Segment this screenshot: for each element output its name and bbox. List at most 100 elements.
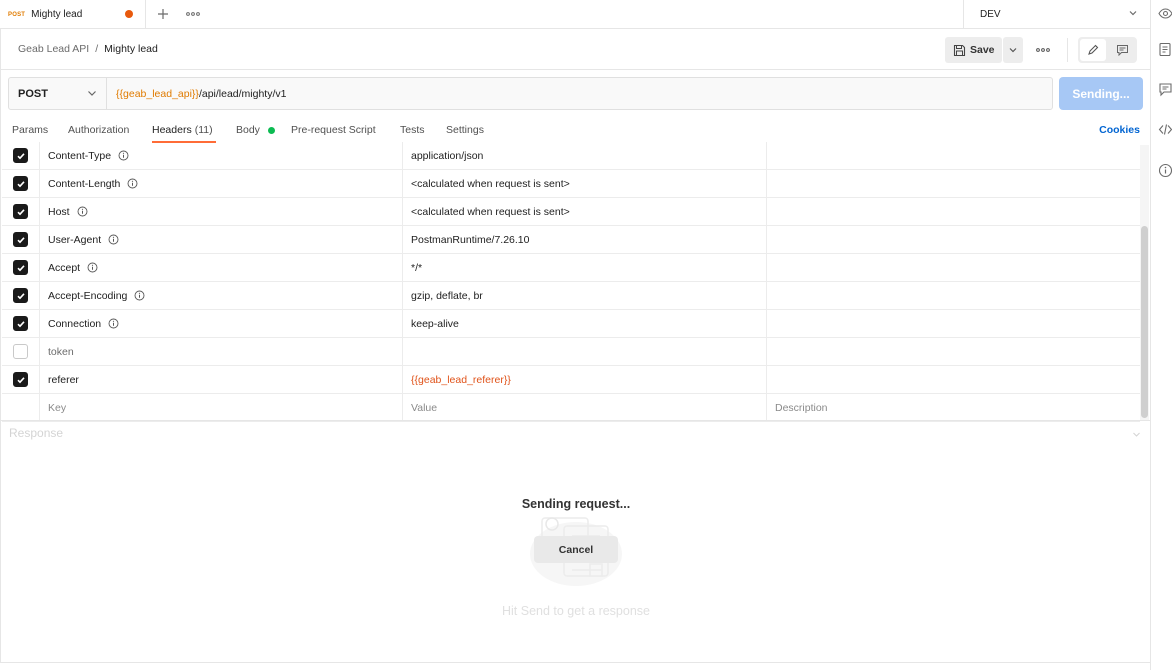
header-description[interactable] — [766, 226, 1140, 253]
new-description-input[interactable]: Description — [766, 394, 1140, 421]
documentation-mode-button[interactable] — [1109, 39, 1135, 61]
header-key[interactable]: Content-Length — [39, 170, 402, 197]
header-description[interactable] — [766, 338, 1140, 365]
header-value[interactable] — [402, 338, 766, 365]
save-icon — [953, 44, 966, 56]
checkmark-icon — [16, 152, 25, 159]
header-checkbox[interactable] — [13, 148, 28, 163]
header-value[interactable]: application/json — [402, 142, 766, 169]
header-description[interactable] — [766, 254, 1140, 281]
checkmark-icon — [16, 236, 25, 243]
header-key[interactable]: Content-Type — [39, 142, 402, 169]
response-label: Response — [9, 426, 64, 440]
header-divider — [0, 69, 1150, 70]
code-icon[interactable] — [1158, 122, 1172, 137]
checkmark-icon — [16, 264, 25, 271]
header-checkbox[interactable] — [13, 260, 28, 275]
header-key[interactable]: Host — [39, 198, 402, 225]
header-key[interactable]: token — [39, 338, 402, 365]
info-icon[interactable] — [118, 150, 129, 161]
header-description[interactable] — [766, 198, 1140, 225]
tab-body[interactable]: Body — [236, 124, 275, 136]
header-value[interactable]: */* — [402, 254, 766, 281]
method-select[interactable]: POST — [9, 78, 107, 109]
header-key[interactable]: User-Agent — [39, 226, 402, 253]
checkmark-icon — [16, 376, 25, 383]
header-description[interactable] — [766, 310, 1140, 337]
cookies-link[interactable]: Cookies — [1099, 124, 1140, 136]
header-key[interactable]: Accept-Encoding — [39, 282, 402, 309]
header-checkbox[interactable] — [13, 288, 28, 303]
toolbar-divider — [1067, 38, 1068, 62]
header-value[interactable]: gzip, deflate, br — [402, 282, 766, 309]
breadcrumb-collection[interactable]: Geab Lead API — [18, 43, 89, 55]
comment-doc-icon — [1116, 45, 1128, 56]
url-input[interactable]: {{geab_lead_api}}/api/lead/mighty/v1 — [116, 78, 287, 109]
tab-headers[interactable]: Headers (11) — [152, 124, 213, 136]
new-tab-button[interactable] — [154, 5, 172, 23]
breadcrumb: Geab Lead API / Mighty lead — [18, 43, 158, 55]
url-variable: {{geab_lead_api}} — [116, 87, 199, 100]
body-indicator-dot — [267, 126, 275, 134]
header-key[interactable]: Accept — [39, 254, 402, 281]
comments-icon[interactable] — [1158, 82, 1172, 97]
header-description[interactable] — [766, 142, 1140, 169]
info-icon[interactable] — [77, 206, 88, 217]
save-options-button[interactable] — [1003, 37, 1023, 63]
header-checkbox[interactable] — [13, 372, 28, 387]
method-label: POST — [18, 87, 48, 100]
header-checkbox[interactable] — [13, 204, 28, 219]
header-description[interactable] — [766, 170, 1140, 197]
header-checkbox[interactable] — [13, 316, 28, 331]
eye-icon[interactable] — [1158, 6, 1172, 21]
response-divider[interactable] — [0, 420, 1150, 421]
header-description[interactable] — [766, 282, 1140, 309]
documentation-icon[interactable] — [1158, 42, 1172, 57]
tab-tests[interactable]: Tests — [400, 124, 425, 136]
checkmark-icon — [16, 208, 25, 215]
right-sidebar — [1150, 0, 1172, 670]
header-checkbox[interactable] — [13, 232, 28, 247]
header-checkbox[interactable] — [13, 344, 28, 359]
tab-pre-request-script[interactable]: Pre-request Script — [291, 124, 376, 136]
header-key[interactable]: referer — [39, 366, 402, 393]
edit-mode-button[interactable] — [1080, 39, 1106, 61]
workspace-bottom-border — [0, 662, 1150, 663]
tab-authorization[interactable]: Authorization — [68, 124, 129, 136]
new-value-input[interactable]: Value — [402, 394, 766, 421]
save-button[interactable]: Save — [945, 37, 1002, 63]
header-key[interactable]: Connection — [39, 310, 402, 337]
headers-scrollbar-thumb[interactable] — [1141, 226, 1148, 418]
request-tab[interactable]: POST Mighty lead — [0, 0, 146, 29]
tab-options-button[interactable] — [184, 5, 202, 23]
new-key-input[interactable]: Key — [39, 394, 402, 421]
header-value[interactable]: <calculated when request is sent> — [402, 170, 766, 197]
header-value[interactable]: {{geab_lead_referer}} — [402, 366, 766, 393]
info-icon[interactable] — [87, 262, 98, 273]
headers-count: (11) — [194, 124, 213, 136]
table-row: Accept-Encoding gzip, deflate, br — [2, 282, 1140, 310]
more-actions-button[interactable] — [1033, 40, 1053, 60]
header-checkbox[interactable] — [13, 176, 28, 191]
info-icon[interactable] — [108, 234, 119, 245]
header-value[interactable]: <calculated when request is sent> — [402, 198, 766, 225]
checkmark-icon — [16, 292, 25, 299]
info-icon[interactable] — [127, 178, 138, 189]
tab-method-badge: POST — [8, 11, 26, 18]
breadcrumb-request-name[interactable]: Mighty lead — [104, 43, 158, 55]
environment-select[interactable]: DEV — [963, 0, 1150, 29]
more-horizontal-icon — [1036, 48, 1050, 52]
tab-params[interactable]: Params — [12, 124, 48, 136]
info-icon[interactable] — [1158, 163, 1172, 178]
info-icon[interactable] — [134, 290, 145, 301]
unsaved-changes-dot[interactable] — [125, 10, 133, 18]
header-value[interactable]: keep-alive — [402, 310, 766, 337]
header-description[interactable] — [766, 366, 1140, 393]
send-button[interactable]: Sending... — [1059, 77, 1143, 110]
chevron-down-icon[interactable] — [1132, 430, 1141, 439]
info-icon[interactable] — [108, 318, 119, 329]
header-value[interactable]: PostmanRuntime/7.26.10 — [402, 226, 766, 253]
request-tab-bar: POST Mighty lead DEV — [0, 0, 1150, 29]
cancel-button[interactable]: Cancel — [534, 536, 618, 563]
tab-settings[interactable]: Settings — [446, 124, 484, 136]
